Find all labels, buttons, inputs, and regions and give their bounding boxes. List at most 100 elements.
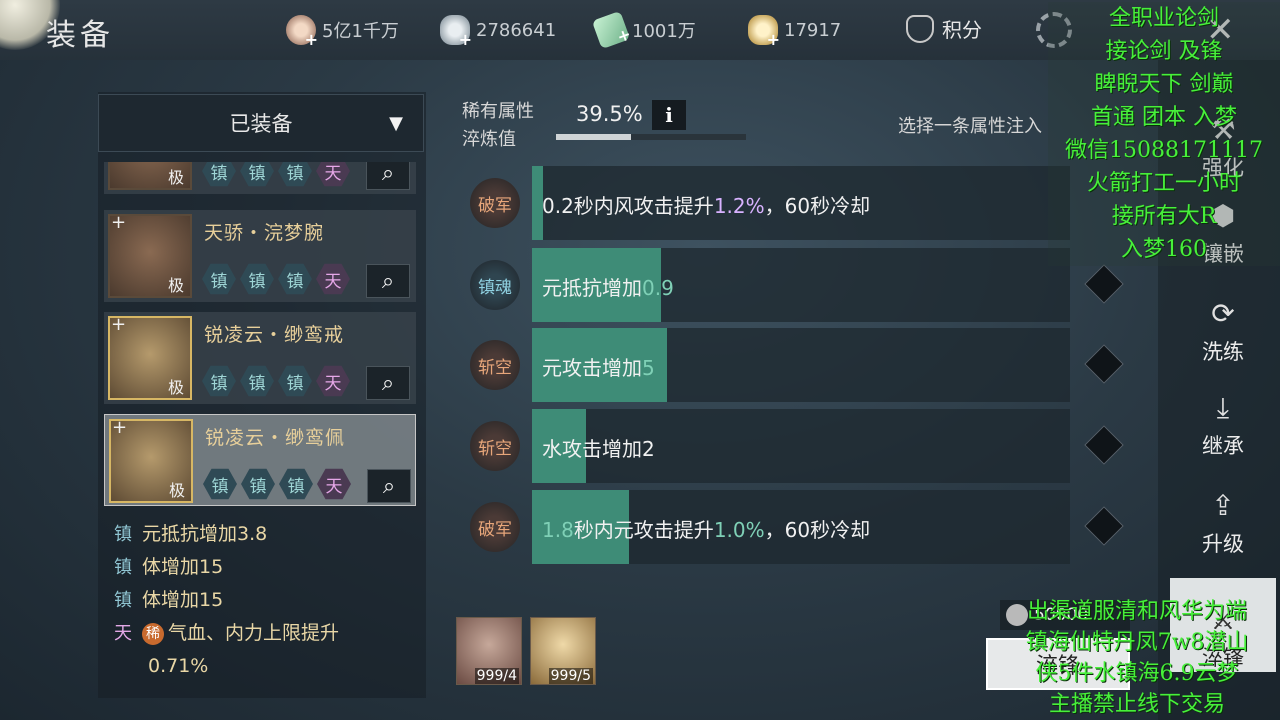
overlay-line: 接所有大R [1111,204,1217,229]
grade-badge: 极 [169,481,186,500]
material-count: 999/4 [474,668,519,684]
score-label: 积分 [942,18,982,42]
magnify-icon[interactable]: ⌕ [366,264,410,298]
attribute-tag: 镇 [114,590,132,611]
attribute-tag: 镇 [114,557,132,578]
attribute-row[interactable]: 破军 1.8秒内元攻击提升1.0%，60秒冷却 [466,490,1124,564]
currency-silver[interactable]: 2786641 [440,14,557,49]
gold-ingot-icon [748,15,780,49]
gem-slot: 镇 [278,365,312,397]
magnify-icon[interactable]: ⌕ [366,162,410,190]
magnify-icon[interactable]: ⌕ [366,366,410,400]
attribute-line: 天稀气血、内力上限提升 [114,617,339,650]
rare-attribute-label: 稀有属性 淬炼值 [462,98,534,154]
gem-slot: 镇 [278,263,312,295]
attribute-row[interactable]: 镇魂 元抵抗增加0.9 [466,248,1124,322]
currency-jade[interactable]: 1001万 [591,10,696,50]
gem-slot: 天 [317,468,351,500]
info-icon[interactable]: i [652,100,686,130]
row-text-pre: 元攻击增加 [542,356,642,380]
sidebar-item-upgrade[interactable]: ⇪ 升级 [1170,468,1276,558]
attribute-text: 体增加15 [142,556,224,578]
attribute-text: 0.71% [148,655,209,677]
grade-badge: 极 [168,378,185,397]
gem-slot: 镇 [203,468,237,500]
upgrade-icon: ⇪ [1211,489,1235,522]
overlay-line: 微信15088171117 [1065,138,1263,163]
item-attributes: 镇元抵抗增加3.8 镇体增加15 镇体增加15 天稀气血、内力上限提升 0.71… [114,518,339,683]
gem-slot: 镇 [240,162,274,187]
row-badge: 镇魂 [470,260,520,310]
select-diamond-icon[interactable] [1084,344,1124,384]
gem-slot: 镇 [202,365,236,397]
attribute-text: 气血、内力上限提升 [168,622,340,644]
gem-slot: 镇 [278,162,312,187]
refine-value-label: 淬炼值 [462,129,516,150]
gem-slot: 镇 [241,468,275,500]
attribute-row[interactable]: 斩空 水攻击增加2 [466,409,1124,483]
jade-icon [591,10,631,50]
row-text-highlight: 1.8 [542,518,574,542]
overlay-line: 火箭打工一小时 [1086,171,1241,196]
plus-icon: + [112,417,128,438]
score-button[interactable]: 积分 [906,14,982,43]
row-text: 水攻击增加2 [542,433,655,462]
attribute-tag: 镇 [114,524,132,545]
magnify-icon[interactable]: ⌕ [367,469,411,503]
attribute-line: 镇体增加15 [114,584,339,617]
gem-slot: 天 [316,263,350,295]
silver-ingot-icon [440,15,472,49]
select-diamond-icon[interactable] [1084,264,1124,304]
list-item[interactable]: 极 镇 镇 镇 天 ⌕ [104,162,416,194]
overlay-line: 镇海仙特丹凤7w8潜山 [1025,630,1249,655]
item-name: 天骄・浣梦腕 [204,222,325,244]
overlay-line: 出渠道服清和风华为端 [1026,599,1247,624]
currency-value: 1001万 [632,21,696,42]
currency-gold[interactable]: 17917 [748,14,841,49]
overlay-line: 侠5件水镇海6.9云梦 [1035,661,1239,686]
currency-value: 5亿1千万 [322,21,399,42]
item-list[interactable]: 极 镇 镇 镇 天 ⌕ + 极 天骄・浣梦腕 镇 镇 镇 天 ⌕ + 极 锐凌云… [104,162,418,510]
row-text-highlight2: 1.0% [713,518,765,542]
list-item-selected[interactable]: + 极 锐凌云・缈鸾佩 镇 镇 镇 天 ⌕ [104,414,416,506]
currency-value: 2786641 [476,19,557,41]
select-diamond-icon[interactable] [1084,506,1124,546]
gem-slots: 镇 镇 镇 天 [202,364,350,398]
gem-slot: 镇 [240,365,274,397]
list-item[interactable]: + 极 锐凌云・缈鸾戒 镇 镇 镇 天 ⌕ [104,312,416,404]
chevron-down-icon: ▼ [389,113,403,134]
equipped-dropdown[interactable]: 已装备 ▼ [98,94,424,152]
overlay-line: 全职业论剑 [1108,6,1219,31]
coin-icon [286,15,318,49]
row-text-pre: 水攻击增加2 [542,437,655,461]
select-diamond-icon[interactable] [1084,425,1124,465]
inherit-icon: ⤓ [1216,391,1230,424]
sidebar-item-inherit[interactable]: ⤓ 继承 [1170,370,1276,460]
material-slot[interactable]: 999/5 [530,617,596,685]
grade-badge: 极 [168,276,185,295]
row-text-highlight: 5 [642,356,655,380]
currency-coin[interactable]: 5亿1千万 [286,14,399,49]
attribute-row[interactable]: 破军 0.2秒内风攻击提升1.2%，60秒冷却 [466,166,1070,240]
list-item[interactable]: + 极 天骄・浣梦腕 镇 镇 镇 天 ⌕ [104,210,416,302]
overlay-line: 主播禁止线下交易 [1048,692,1225,717]
attribute-tag: 天 [114,623,132,644]
row-badge: 破军 [470,502,520,552]
item-name: 锐凌云・缈鸾戒 [204,324,345,346]
row-text-highlight: 1.2% [713,194,765,218]
rare-label: 稀有属性 [462,101,534,122]
rare-badge: 稀 [142,622,164,645]
sidebar-item-reroll[interactable]: ⟳ 洗练 [1170,276,1276,366]
stream-overlay-top: 全职业论剑 接论剑 及锋 睥睨天下 剑巅 首通 团本 入梦 微信15088171… [1048,2,1280,266]
gem-slot: 镇 [202,162,236,187]
attribute-row[interactable]: 斩空 元攻击增加5 [466,328,1124,402]
select-hint: 选择一条属性注入 [898,116,1042,137]
row-text-post: ，60秒冷却 [764,194,871,218]
sidebar-label: 继承 [1202,434,1244,458]
row-text: 元攻击增加5 [542,352,655,381]
row-text-pre: 元抵抗增加 [542,276,642,300]
attribute-line: 镇体增加15 [114,551,339,584]
gem-slot: 镇 [279,468,313,500]
grade-badge: 极 [168,168,185,187]
material-slot[interactable]: 999/4 [456,617,522,685]
